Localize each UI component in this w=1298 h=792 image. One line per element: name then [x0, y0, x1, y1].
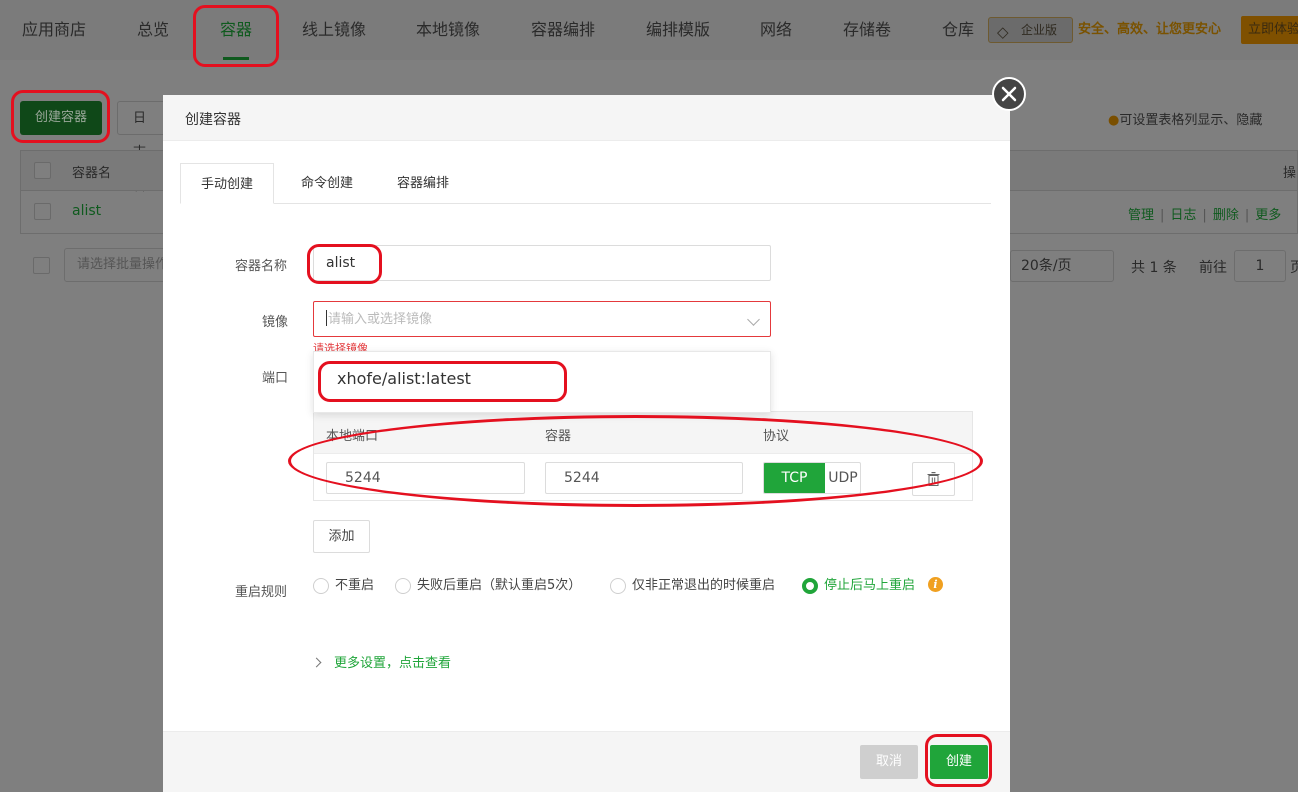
footer-checkbox[interactable] [33, 257, 50, 274]
chevron-down-icon [747, 313, 760, 326]
row-checkbox[interactable] [34, 203, 51, 220]
restart-option-on-failure[interactable]: 失败后重启（默认重启5次） [395, 578, 581, 596]
restart-option-always[interactable]: 停止后马上重启 [802, 578, 915, 596]
more-settings-toggle[interactable]: 更多设置，点击查看 [311, 652, 452, 671]
nav-item-overview[interactable]: 总览 [137, 0, 169, 60]
page-size-select[interactable]: 20条/页 [1010, 250, 1114, 282]
column-header-name: 容器名 [72, 166, 112, 181]
column-header-protocol: 协议 [763, 429, 790, 444]
restart-policy-label: 重启规则 [235, 585, 288, 600]
manage-link[interactable]: 管理 [1128, 208, 1154, 223]
radio-circle [313, 578, 329, 594]
column-settings-tip-text: 可设置表格列显示、隐藏 [1119, 113, 1263, 128]
trial-button[interactable]: 立即体验 [1241, 16, 1298, 44]
row-actions: 管理 | 日志 | 删除 | 更多 [1128, 208, 1282, 223]
nav-item-online-images[interactable]: 线上镜像 [302, 0, 366, 60]
container-port-input[interactable]: 5244 [545, 462, 743, 494]
port-table-header: 本地端口 容器 协议 [314, 412, 972, 454]
enterprise-slogan: 安全、高效、让您更安心 [1078, 22, 1222, 37]
trash-icon [927, 472, 940, 486]
page-number-input[interactable]: 1 [1234, 250, 1286, 282]
radio-circle [395, 578, 411, 594]
column-header-ops: 操 [1283, 166, 1297, 181]
page-unit-label: 页 [1290, 260, 1298, 276]
container-name-value: alist [326, 255, 356, 271]
total-count: 共 1 条 [1131, 260, 1177, 276]
batch-operation-select[interactable]: 请选择批量操作 [64, 248, 174, 282]
diamond-icon: ◇ [997, 23, 1009, 41]
active-nav-indicator [223, 57, 249, 60]
nav-item-network[interactable]: 网络 [760, 0, 792, 60]
column-header-local-port: 本地端口 [326, 429, 379, 444]
dialog-close-button[interactable] [992, 77, 1026, 111]
restart-option-no-label: 不重启 [335, 578, 375, 593]
nav-item-app-store[interactable]: 应用商店 [22, 0, 86, 60]
image-label: 镜像 [262, 315, 289, 330]
nav-item-containers[interactable]: 容器 [220, 0, 252, 60]
select-all-checkbox[interactable] [34, 162, 51, 179]
text-cursor [326, 310, 327, 326]
delete-port-button[interactable] [912, 462, 955, 496]
restart-option-no[interactable]: 不重启 [313, 578, 374, 596]
more-settings-label: 更多设置，点击查看 [334, 656, 452, 671]
image-dropdown: xhofe/alist:latest [313, 351, 771, 413]
protocol-udp-button[interactable]: UDP [825, 463, 860, 493]
goto-label: 前往 [1199, 260, 1227, 276]
restart-option-always-label: 停止后马上重启 [824, 578, 916, 593]
add-port-button[interactable]: 添加 [313, 520, 370, 553]
nav-item-local-images[interactable]: 本地镜像 [416, 0, 480, 60]
nav-item-volumes[interactable]: 存储卷 [843, 0, 891, 60]
protocol-tcp-button[interactable]: TCP [764, 463, 825, 493]
restart-option-unless-stopped-label: 仅非正常退出的时候重启 [632, 578, 776, 593]
container-name-label: 容器名称 [235, 259, 288, 274]
warning-icon: ● [1108, 113, 1120, 128]
log-management-button[interactable]: 日志管 [117, 101, 167, 194]
nav-item-registry[interactable]: 仓库 [942, 0, 974, 60]
column-header-container-port: 容器 [545, 429, 572, 444]
log-link[interactable]: 日志 [1170, 208, 1196, 223]
protocol-toggle: TCP UDP [763, 462, 861, 494]
column-settings-tip[interactable]: ●可设置表格列显示、隐藏 [1108, 109, 1262, 128]
restart-option-on-failure-label: 失败后重启（默认重启5次） [417, 578, 582, 593]
local-port-input[interactable]: 5244 [326, 462, 525, 494]
dialog-header: 创建容器 [163, 95, 1010, 141]
tab-command-create[interactable]: 命令创建 [301, 163, 353, 204]
port-label: 端口 [262, 371, 289, 386]
tab-compose[interactable]: 容器编排 [397, 163, 449, 204]
dialog-footer: 取消 创建 [163, 731, 1010, 792]
create-container-dialog: 创建容器 手动创建 命令创建 容器编排 容器名称 alist 镜像 请输入或选择… [163, 95, 1010, 792]
container-name-link[interactable]: alist [72, 203, 101, 219]
top-navigation: 应用商店 总览 容器 线上镜像 本地镜像 容器编排 编排模版 网络 存储卷 仓库… [0, 0, 1298, 60]
delete-link[interactable]: 删除 [1213, 208, 1239, 223]
more-link[interactable]: 更多 [1255, 208, 1281, 223]
restart-option-unless-stopped[interactable]: 仅非正常退出的时候重启 [610, 578, 775, 596]
close-icon [1001, 86, 1017, 102]
chevron-right-icon [311, 657, 322, 668]
enterprise-badge: ◇ 企业版 [988, 17, 1073, 43]
container-name-input[interactable]: alist [313, 245, 771, 281]
port-mapping-table: 本地端口 容器 协议 5244 5244 TCP UDP [313, 411, 973, 501]
image-placeholder: 请输入或选择镜像 [328, 312, 433, 327]
info-icon[interactable]: i [928, 577, 943, 592]
create-button[interactable]: 创建 [930, 745, 988, 779]
tab-manual-create[interactable]: 手动创建 [180, 163, 275, 204]
creation-mode-tabs: 手动创建 命令创建 容器编排 [180, 163, 991, 204]
enterprise-badge-label: 企业版 [1021, 23, 1058, 37]
dialog-title: 创建容器 [185, 112, 241, 128]
nav-item-compose-templates[interactable]: 编排模版 [646, 0, 710, 60]
cancel-button[interactable]: 取消 [860, 745, 918, 779]
radio-circle [802, 578, 818, 594]
image-select-input[interactable]: 请输入或选择镜像 [313, 301, 771, 337]
nav-item-compose[interactable]: 容器编排 [531, 0, 595, 60]
create-container-button[interactable]: 创建容器 [20, 101, 103, 135]
radio-circle [610, 578, 626, 594]
image-option-alist[interactable]: xhofe/alist:latest [337, 369, 471, 388]
